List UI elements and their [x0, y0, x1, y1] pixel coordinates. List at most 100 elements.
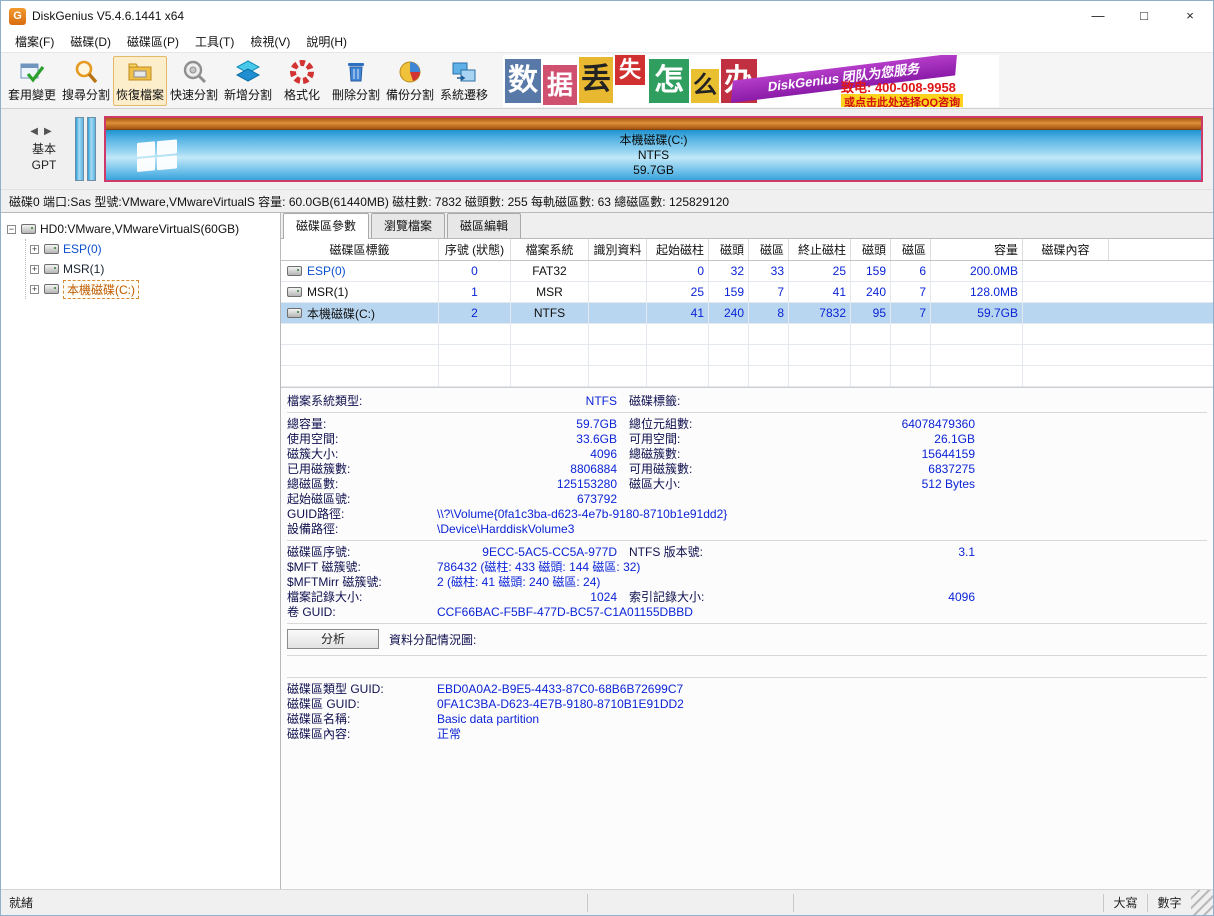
menu-disk[interactable]: 磁碟(D) — [62, 31, 119, 52]
cell-capacity: 200.0MB — [931, 261, 1023, 281]
expand-icon[interactable]: + — [30, 245, 39, 254]
status-pane — [587, 894, 793, 912]
detail-label: 磁區大小: — [629, 475, 787, 492]
next-disk-arrow[interactable]: ▶ — [44, 126, 58, 137]
disk-type-label: 基本 — [15, 141, 73, 157]
detail-value: 512 Bytes — [787, 477, 975, 491]
ad-banner[interactable]: 数 据 丢 失 怎 么 办 DiskGenius 团队为您服务 致电: 400-… — [503, 55, 999, 107]
quick-partition-icon — [181, 58, 208, 85]
cell-id — [589, 261, 647, 281]
window-title: DiskGenius V5.4.6.1441 x64 — [32, 9, 184, 23]
disk-icon — [21, 224, 36, 234]
table-row-msr[interactable]: MSR(1) 1 MSR 25 159 7 41 240 7 128.0MB — [281, 282, 1213, 303]
quick-partition-button[interactable]: 快速分割 — [167, 56, 221, 106]
format-button[interactable]: 格式化 — [275, 56, 329, 106]
partition-bar-c[interactable]: 本機磁碟(C:) NTFS 59.7GB — [104, 116, 1203, 182]
analyze-button[interactable]: 分析 — [287, 629, 379, 649]
status-ready: 就緒 — [1, 894, 587, 911]
cell-start-head: 240 — [709, 303, 749, 323]
tab-browse-files[interactable]: 瀏覽檔案 — [371, 213, 445, 238]
col-header[interactable]: 磁區 — [891, 239, 931, 260]
apply-changes-button[interactable]: 套用變更 — [5, 56, 59, 106]
cell-disk-content — [1023, 261, 1109, 281]
disk-mini-bar[interactable] — [87, 117, 96, 181]
tab-partition-parameters[interactable]: 磁碟區參數 — [283, 213, 369, 239]
disk-info-line: 磁碟0 端口:Sas 型號:VMware,VMwareVirtualS 容量: … — [1, 189, 1213, 213]
col-header[interactable]: 序號 (狀態) — [439, 239, 511, 260]
detail-panel: 磁碟區參數 瀏覽檔案 磁區編輯 磁碟區標籤 序號 (狀態) 檔案系統 識別資料 … — [281, 213, 1213, 889]
toolbar-button-label: 備份分割 — [386, 86, 434, 103]
col-header[interactable]: 磁碟內容 — [1023, 239, 1109, 260]
details-section-guid: 磁碟區類型 GUID: EBD0A0A2-B9E5-4433-87C0-68B6… — [287, 678, 1207, 745]
disk-mini-bar[interactable] — [75, 117, 84, 181]
menu-help[interactable]: 說明(H) — [298, 31, 355, 52]
detail-value: 正常 — [437, 725, 1207, 742]
partition-name: 本機磁碟(C:) — [307, 305, 375, 322]
detail-label: 索引記錄大小: — [629, 588, 787, 605]
menu-tools[interactable]: 工具(T) — [187, 31, 242, 52]
status-pane — [793, 894, 1103, 912]
cell-disk-content — [1023, 282, 1109, 302]
tree-item-msr[interactable]: + MSR(1) — [28, 259, 276, 279]
detail-value: Basic data partition — [437, 712, 1207, 726]
resize-grip[interactable] — [1191, 890, 1213, 915]
tree-item-local-disk-c[interactable]: + 本機磁碟(C:) — [28, 279, 276, 299]
search-partition-icon — [73, 58, 100, 85]
menu-partition[interactable]: 磁碟區(P) — [119, 31, 187, 52]
col-header[interactable]: 起始磁柱 — [647, 239, 709, 260]
title-bar: G DiskGenius V5.4.6.1441 x64 — □ × — [1, 1, 1213, 31]
col-header[interactable]: 終止磁柱 — [789, 239, 851, 260]
delete-partition-button[interactable]: 刪除分割 — [329, 56, 383, 106]
cell-index: 2 — [439, 303, 511, 323]
menu-file[interactable]: 檔案(F) — [7, 31, 62, 52]
disk-band: ◀▶ 基本 GPT 本機磁碟(C:) NTFS 59.7GB — [1, 109, 1213, 189]
expand-icon[interactable]: + — [30, 265, 39, 274]
disk-nav: ◀▶ 基本 GPT — [15, 126, 73, 173]
delete-partition-icon — [343, 58, 370, 85]
tab-sector-edit[interactable]: 磁區編輯 — [447, 213, 521, 238]
col-header[interactable]: 識別資料 — [589, 239, 647, 260]
tree-item-esp[interactable]: + ESP(0) — [28, 239, 276, 259]
backup-partition-button[interactable]: 備份分割 — [383, 56, 437, 106]
recover-files-button[interactable]: 恢復檔案 — [113, 56, 167, 106]
collapse-icon[interactable]: − — [7, 225, 16, 234]
col-header[interactable]: 容量 — [931, 239, 1023, 260]
cell-id — [589, 282, 647, 302]
cell-end-cyl: 25 — [789, 261, 851, 281]
new-partition-button[interactable]: 新增分割 — [221, 56, 275, 106]
search-partition-button[interactable]: 搜尋分割 — [59, 56, 113, 106]
col-header[interactable]: 磁區 — [749, 239, 789, 260]
table-row-esp[interactable]: ESP(0) 0 FAT32 0 32 33 25 159 6 200.0MB — [281, 261, 1213, 282]
toolbar-button-label: 格式化 — [284, 86, 320, 103]
ad-qq-link[interactable]: 或点击此处选择QQ咨询 — [841, 94, 963, 107]
status-num-indicator: 數字 — [1147, 894, 1191, 912]
menu-view[interactable]: 檢視(V) — [242, 31, 298, 52]
cell-filesystem: FAT32 — [511, 261, 589, 281]
cell-end-head: 159 — [851, 261, 891, 281]
status-caps-indicator: 大寫 — [1103, 894, 1147, 912]
col-header[interactable]: 磁頭 — [851, 239, 891, 260]
diskgenius-window: G DiskGenius V5.4.6.1441 x64 — □ × 檔案(F)… — [0, 0, 1214, 916]
allocation-map — [287, 656, 1207, 678]
partition-filesystem: NTFS — [620, 148, 688, 163]
col-header[interactable]: 磁碟區標籤 — [281, 239, 439, 260]
cell-start-head: 32 — [709, 261, 749, 281]
ad-tile: 据 — [543, 65, 577, 105]
tab-bar: 磁碟區參數 瀏覽檔案 磁區編輯 — [281, 213, 1213, 239]
table-row-local-disk-c[interactable]: 本機磁碟(C:) 2 NTFS 41 240 8 7832 95 7 59.7G… — [281, 303, 1213, 324]
detail-label: 磁碟區內容: — [287, 725, 437, 742]
expand-icon[interactable]: + — [30, 285, 39, 294]
backup-partition-icon — [397, 58, 424, 85]
toolbar-button-label: 快速分割 — [170, 86, 218, 103]
prev-disk-arrow[interactable]: ◀ — [30, 126, 44, 137]
system-migration-button[interactable]: 系統遷移 — [437, 56, 491, 106]
close-button[interactable]: × — [1167, 1, 1213, 31]
col-header[interactable]: 磁頭 — [709, 239, 749, 260]
detail-label: 磁碟標籤: — [629, 392, 787, 409]
tree-root-label: HD0:VMware,VMwareVirtualS(60GB) — [40, 222, 239, 236]
tree-root-hd0[interactable]: − HD0:VMware,VMwareVirtualS(60GB) — [5, 219, 276, 239]
col-header[interactable]: 檔案系統 — [511, 239, 589, 260]
cell-start-head: 159 — [709, 282, 749, 302]
maximize-button[interactable]: □ — [1121, 1, 1167, 31]
minimize-button[interactable]: — — [1075, 1, 1121, 31]
